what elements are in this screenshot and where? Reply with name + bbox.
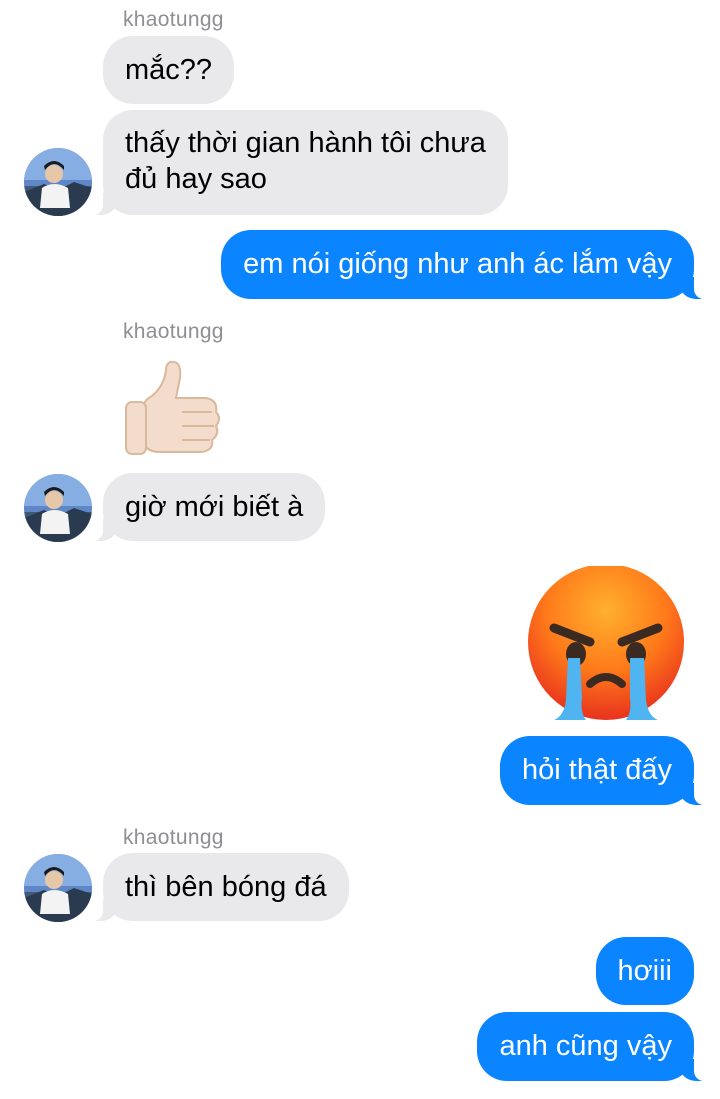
outgoing-message[interactable]: anh cũng vậy xyxy=(477,1012,706,1081)
avatar-photo xyxy=(24,148,92,216)
thumbs-up-icon[interactable] xyxy=(122,356,222,458)
avatar[interactable] xyxy=(24,148,92,216)
outgoing-message[interactable]: hơiii xyxy=(595,937,694,1005)
outgoing-message[interactable]: em nói giống như anh ác lắm vậy xyxy=(221,230,706,299)
incoming-message[interactable]: giờ mới biết à xyxy=(90,473,326,541)
avatar[interactable] xyxy=(24,474,92,542)
incoming-message[interactable]: mắc?? xyxy=(103,36,235,104)
incoming-message[interactable]: thì bên bóng đá xyxy=(91,853,349,921)
avatar-photo xyxy=(24,854,92,922)
incoming-message[interactable]: thấy thời gian hành tôi chưa đủ hay sao xyxy=(91,110,508,215)
outgoing-message[interactable]: hỏi thật đấy xyxy=(500,736,706,805)
sender-name: khaotungg xyxy=(123,8,224,31)
sender-name: khaotungg xyxy=(123,320,224,343)
angry-crying-face-icon[interactable] xyxy=(524,564,688,726)
avatar[interactable] xyxy=(24,854,92,922)
sender-name: khaotungg xyxy=(123,826,224,849)
avatar-photo xyxy=(24,474,92,542)
